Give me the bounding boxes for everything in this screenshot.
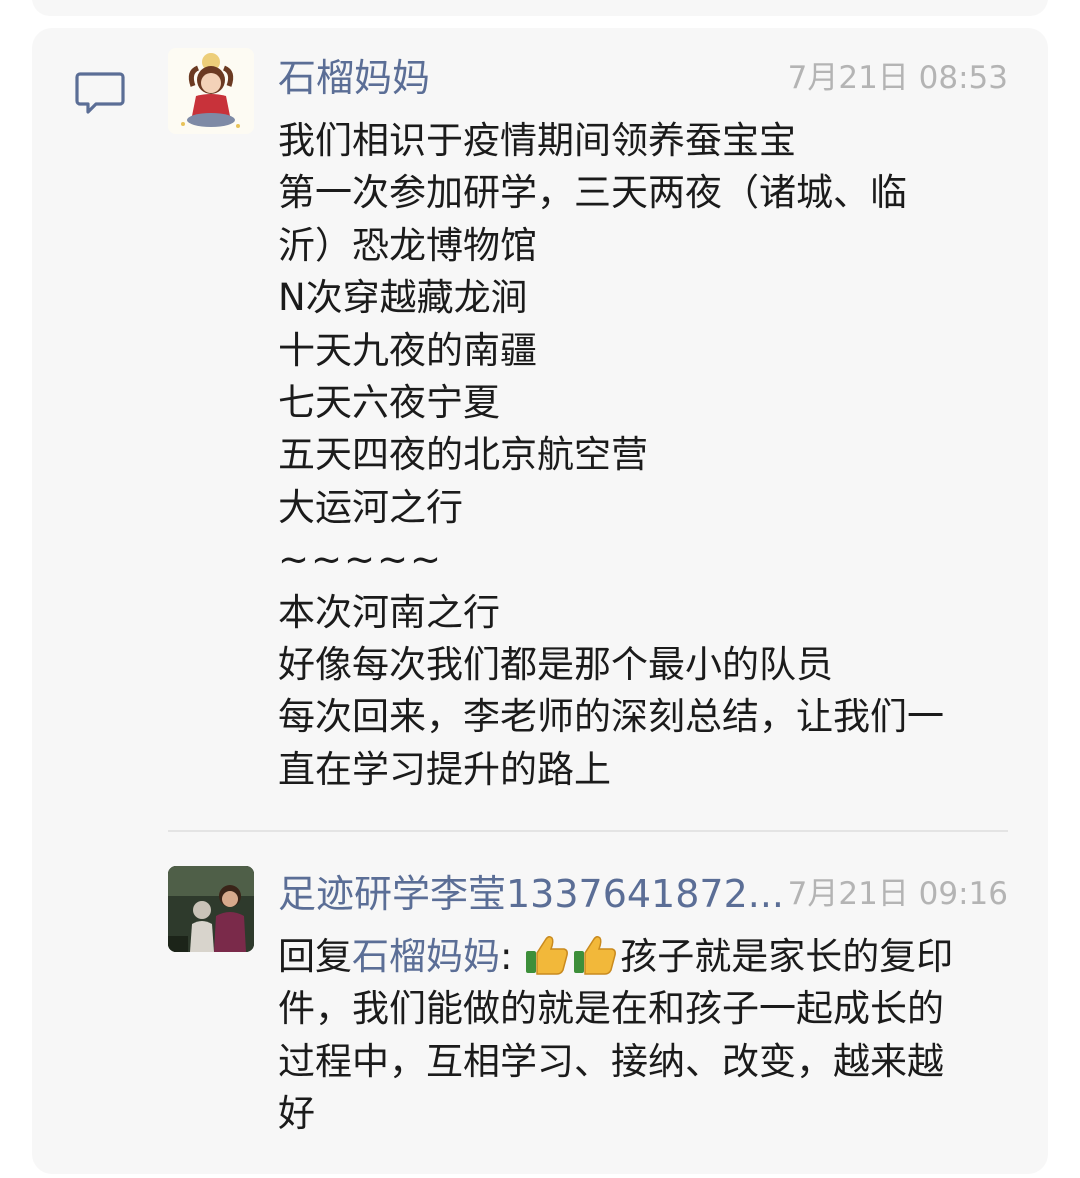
comment-line: 本次河南之行	[278, 590, 500, 634]
comment-author-name[interactable]: 石榴妈妈	[278, 52, 778, 104]
comment-line: 我们相识于疫情期间领养蚕宝宝	[278, 119, 796, 162]
reply-time: 7月21日 09:16	[787, 876, 1008, 912]
comment-icon[interactable]	[74, 70, 126, 118]
comment-line: 十天九夜的南疆	[278, 328, 537, 372]
comment-time: 7月21日 08:53	[787, 60, 1008, 96]
comment-line: 大运河之行	[278, 485, 463, 529]
thumbs-up-icon	[574, 935, 617, 975]
reply-prefix: 回复	[278, 935, 352, 978]
reply-line: 回复石榴妈妈: 孩子就是家长的复印	[278, 931, 1013, 983]
reply-line-text: 孩子就是家长的复印	[620, 935, 954, 978]
previous-card-edge	[32, 0, 1048, 16]
avatar[interactable]	[168, 866, 254, 952]
comment-line: 沂）恐龙博物馆	[278, 223, 537, 267]
comment-line: 五天四夜的北京航空营	[278, 433, 648, 477]
comment-line: N次穿越藏龙涧	[278, 276, 528, 320]
reply-target-name[interactable]: 石榴妈妈	[352, 935, 500, 978]
reply-divider	[168, 830, 1008, 832]
reply-line: 好	[278, 1092, 315, 1136]
thumbs-up-icon	[526, 935, 569, 975]
reply-line: 件，我们能做的就是在和孩子一起成长的	[278, 987, 944, 1031]
reply-colon: :	[500, 935, 513, 978]
comment-line: 直在学习提升的路上	[278, 747, 611, 791]
comment-line: 七天六夜宁夏	[278, 380, 500, 424]
comment-line: 每次回来，李老师的深刻总结，让我们一	[278, 695, 944, 739]
comment-text: 我们相识于疫情期间领养蚕宝宝 第一次参加研学，三天两夜（诸城、临 沂）恐龙博物馆…	[278, 115, 1013, 796]
comment-line: ~~~~~	[278, 538, 444, 582]
comment-line: 好像每次我们都是那个最小的队员	[278, 642, 833, 686]
avatar-girl-illustration	[168, 48, 254, 134]
comment-line: 第一次参加研学，三天两夜（诸城、临	[278, 171, 907, 215]
reply-text: 回复石榴妈妈: 孩子就是家长的复印 件，我们能做的就是在和孩子一起成长的 过程中…	[278, 931, 1013, 1141]
avatar[interactable]	[168, 48, 254, 134]
reply-author-name[interactable]: 足迹研学李莹1337641872...	[278, 868, 790, 920]
avatar-photo	[168, 866, 254, 952]
reply-line: 过程中，互相学习、接纳、改变，越来越	[278, 1039, 944, 1083]
